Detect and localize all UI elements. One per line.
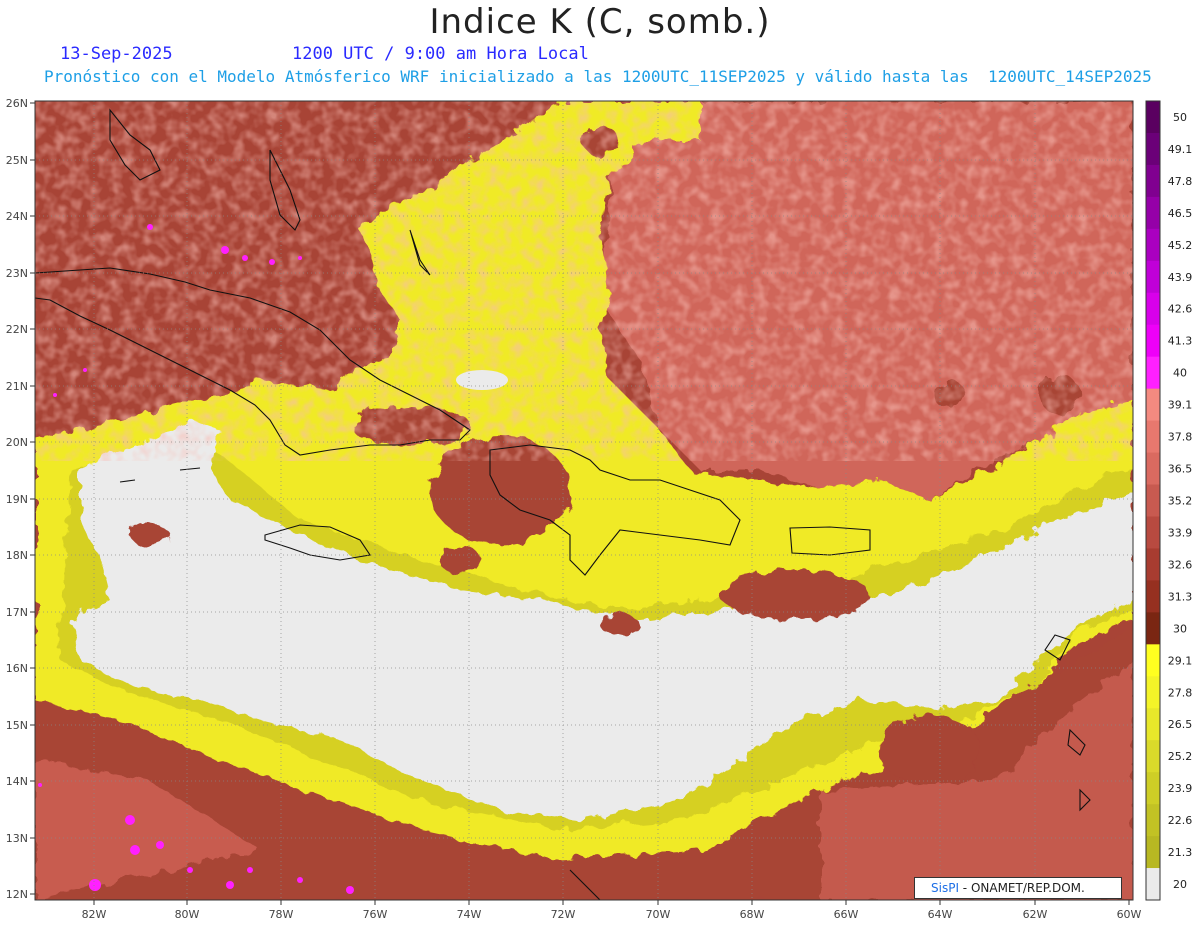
lat-label: 14N: [6, 775, 28, 788]
colorbar-swatch: [1146, 356, 1160, 390]
colorbar-label: 33.9: [1168, 526, 1193, 539]
colorbar-label: 32.6: [1168, 558, 1193, 571]
colorbar-swatch: [1146, 388, 1160, 422]
colorbar-label: 45.2: [1168, 239, 1193, 252]
lat-label: 13N: [6, 832, 28, 845]
lat-label: 21N: [6, 380, 28, 393]
lon-label: 80W: [175, 908, 200, 921]
colorbar-swatch: [1146, 676, 1160, 709]
colorbar-swatch: [1146, 708, 1160, 741]
colorbar-label: 21.3: [1168, 846, 1193, 859]
colorbar-label: 29.1: [1168, 654, 1193, 667]
colorbar-swatch: [1146, 196, 1160, 230]
lat-label: 22N: [6, 323, 28, 336]
colorbar-label: 47.8: [1168, 175, 1193, 188]
lat-label: 18N: [6, 549, 28, 562]
colorbar-label: 20: [1173, 878, 1187, 891]
lat-labels: 26N 25N 24N 23N 22N 21N 20N 19N 18N 17N …: [6, 97, 28, 901]
lat-label: 16N: [6, 662, 28, 675]
colorbar-label: 40: [1173, 367, 1187, 380]
lat-label: 20N: [6, 436, 28, 449]
colorbar-labels: 50 49.1 47.8 46.5 45.2 43.9 42.6 41.3 40 39.1 37.8…: [1168, 111, 1193, 891]
lat-label: 26N: [6, 97, 28, 110]
lon-label: 60W: [1117, 908, 1142, 921]
colorbar-label: 41.3: [1168, 335, 1193, 348]
map-graphic: 26N 25N 24N 23N 22N 21N 20N 19N 18N 17N …: [6, 97, 1193, 921]
colorbar-label: 26.5: [1168, 718, 1193, 731]
colorbar-swatch: [1146, 292, 1160, 326]
colorbar-label: 25.2: [1168, 750, 1193, 763]
colorbar-swatch: [1146, 101, 1160, 134]
colorbar-swatch: [1146, 548, 1160, 581]
colorbar-label: 39.1: [1168, 399, 1193, 412]
colorbar-label: 23.9: [1168, 782, 1193, 795]
colorbar-swatch: [1146, 132, 1160, 166]
colorbar-swatch: [1146, 516, 1160, 549]
colorbar-label: 37.8: [1168, 431, 1193, 444]
colorbar: [1145, 100, 1161, 901]
lon-label: 72W: [551, 908, 576, 921]
lon-label: 82W: [82, 908, 107, 921]
colorbar-label: 35.2: [1168, 495, 1193, 508]
colorbar-label: 43.9: [1168, 271, 1193, 284]
lon-label: 76W: [363, 908, 388, 921]
lon-label: 66W: [834, 908, 859, 921]
colorbar-label: 49.1: [1168, 143, 1193, 156]
credit-text: - ONAMET/REP.DOM.: [958, 881, 1085, 895]
colorbar-swatch: [1146, 420, 1160, 454]
colorbar-swatch: [1146, 580, 1160, 613]
colorbar-swatch: [1146, 740, 1160, 773]
lat-label: 15N: [6, 719, 28, 732]
lon-label: 64W: [928, 908, 953, 921]
colorbar-swatch: [1146, 772, 1160, 805]
colorbar-swatch: [1146, 164, 1160, 198]
colorbar-swatch: [1146, 868, 1160, 901]
sispi-logo: SisPI: [931, 881, 959, 895]
lat-label: 24N: [6, 210, 28, 223]
colorbar-label: 22.6: [1168, 814, 1193, 827]
colorbar-label: 31.3: [1168, 590, 1193, 603]
map-plot-area: [35, 101, 1133, 900]
colorbar-swatch: [1146, 484, 1160, 517]
colorbar-label: 27.8: [1168, 686, 1193, 699]
colorbar-swatch: [1146, 612, 1160, 645]
colorbar-label: 46.5: [1168, 207, 1193, 220]
lon-label: 78W: [269, 908, 294, 921]
colorbar-label: 36.5: [1168, 463, 1193, 476]
colorbar-label: 30: [1173, 622, 1187, 635]
lon-labels: 82W 80W 78W 76W 74W 72W 70W 68W 66W 64W …: [82, 908, 1142, 921]
lon-label: 70W: [646, 908, 671, 921]
colorbar-swatch: [1146, 228, 1160, 262]
colorbar-swatch: [1146, 804, 1160, 837]
credit-box: SisPI - ONAMET/REP.DOM.: [914, 877, 1122, 899]
colorbar-swatch: [1146, 836, 1160, 869]
colorbar-swatch: [1146, 260, 1160, 294]
lat-label: 12N: [6, 888, 28, 901]
colorbar-swatch: [1146, 324, 1160, 358]
lat-label: 19N: [6, 493, 28, 506]
colorbar-swatch: [1146, 644, 1160, 677]
colorbar-label: 42.6: [1168, 303, 1193, 316]
colorbar-label: 50: [1173, 111, 1187, 124]
lat-label: 23N: [6, 267, 28, 280]
lon-label: 68W: [740, 908, 765, 921]
colorbar-swatch: [1146, 452, 1160, 486]
lat-label: 17N: [6, 606, 28, 619]
lon-label: 62W: [1023, 908, 1048, 921]
lon-label: 74W: [457, 908, 482, 921]
lat-label: 25N: [6, 154, 28, 167]
